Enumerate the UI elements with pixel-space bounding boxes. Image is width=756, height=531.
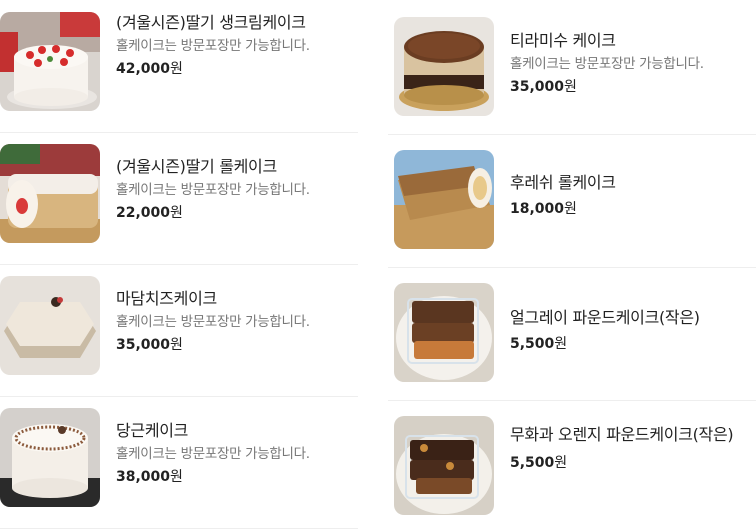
strawberry-roll-cake-image	[0, 144, 100, 243]
menu-item-name: 마담치즈케이크	[116, 289, 217, 308]
menu-item-info: 당근케이크 홀케이크는 방문포장만 가능합니다. 38,000원	[116, 420, 310, 488]
menu-item-info: 티라미수 케이크 홀케이크는 방문포장만 가능합니다. 35,000원	[510, 30, 704, 98]
menu-item-price: 35,000원	[510, 76, 704, 98]
menu-item[interactable]: 후레쉬 롤케이크 18,000원	[388, 134, 756, 268]
price-value: 35,000	[510, 79, 565, 95]
price-unit: 원	[170, 205, 183, 221]
menu-item[interactable]: (겨울시즌)딸기 롤케이크 홀케이크는 방문포장만 가능합니다. 22,000원	[0, 132, 358, 265]
price-value: 18,000	[510, 201, 565, 217]
menu-item[interactable]: 티라미수 케이크 홀케이크는 방문포장만 가능합니다. 35,000원	[388, 0, 756, 135]
menu-item-price: 5,500원	[510, 452, 733, 474]
menu-item[interactable]: 얼그레이 파운드케이크(작은) 5,500원	[388, 267, 756, 401]
menu-item-info: 후레쉬 롤케이크 18,000원	[510, 172, 616, 220]
price-unit: 원	[554, 455, 568, 471]
menu-item[interactable]: (겨울시즌)딸기 생크림케이크 홀케이크는 방문포장만 가능합니다. 42,00…	[0, 0, 358, 133]
fig-orange-pound-cake-image	[394, 416, 494, 515]
menu-item[interactable]: 마담치즈케이크 홀케이크는 방문포장만 가능합니다. 35,000원	[0, 264, 358, 397]
menu-item[interactable]: 무화과 오렌지 파운드케이크(작은) 5,500원	[388, 400, 756, 531]
menu-item-price: 18,000원	[510, 198, 616, 220]
menu-item-price: 38,000원	[116, 466, 310, 488]
menu-item-price: 42,000원	[116, 58, 310, 80]
menu-item-description: 홀케이크는 방문포장만 가능합니다.	[116, 446, 310, 462]
menu-item-info: (겨울시즌)딸기 롤케이크 홀케이크는 방문포장만 가능합니다. 22,000원	[116, 156, 310, 224]
price-value: 5,500	[510, 455, 555, 471]
menu-item-name: (겨울시즌)딸기 생크림케이크	[116, 13, 306, 32]
carrot-cake-image	[0, 408, 100, 507]
earl-grey-pound-cake-image	[394, 283, 494, 382]
menu-item-info: 마담치즈케이크 홀케이크는 방문포장만 가능합니다. 35,000원	[116, 288, 310, 356]
tiramisu-cake-image	[394, 17, 494, 116]
price-unit: 원	[170, 337, 183, 353]
menu-item-name: 얼그레이 파운드케이크(작은)	[510, 308, 700, 327]
price-unit: 원	[564, 201, 577, 217]
menu-item-price: 22,000원	[116, 202, 310, 224]
menu-item[interactable]: 당근케이크 홀케이크는 방문포장만 가능합니다. 38,000원	[0, 396, 358, 529]
menu-item-info: 무화과 오렌지 파운드케이크(작은) 5,500원	[510, 424, 734, 474]
menu-item-description: 홀케이크는 방문포장만 가능합니다.	[116, 38, 310, 54]
menu-item-info: (겨울시즌)딸기 생크림케이크 홀케이크는 방문포장만 가능합니다. 42,00…	[116, 12, 310, 80]
price-value: 35,000	[116, 337, 171, 353]
menu-item-price: 35,000원	[116, 334, 310, 356]
price-unit: 원	[554, 336, 568, 352]
menu-item-description: 홀케이크는 방문포장만 가능합니다.	[510, 56, 704, 72]
menu-item-name: 당근케이크	[116, 421, 189, 440]
menu-item-description: 홀케이크는 방문포장만 가능합니다.	[116, 182, 310, 198]
price-value: 42,000	[116, 61, 171, 77]
menu-item-name: 후레쉬 롤케이크	[510, 173, 616, 192]
price-value: 38,000	[116, 469, 171, 485]
price-value: 5,500	[510, 336, 555, 352]
menu-item-description: 홀케이크는 방문포장만 가능합니다.	[116, 314, 310, 330]
price-unit: 원	[564, 79, 577, 95]
menu-item-name: 무화과 오렌지 파운드케이크(작은)	[510, 425, 734, 444]
price-value: 22,000	[116, 205, 171, 221]
madame-cheese-cake-image	[0, 276, 100, 375]
menu-item-info: 얼그레이 파운드케이크(작은) 5,500원	[510, 307, 700, 355]
price-unit: 원	[170, 61, 183, 77]
menu-item-name: 티라미수 케이크	[510, 31, 616, 50]
fresh-roll-cake-image	[394, 150, 494, 249]
price-unit: 원	[170, 469, 183, 485]
strawberry-cream-cake-image	[0, 12, 100, 111]
menu-item-price: 5,500원	[510, 333, 700, 355]
menu-item-name: (겨울시즌)딸기 롤케이크	[116, 157, 277, 176]
